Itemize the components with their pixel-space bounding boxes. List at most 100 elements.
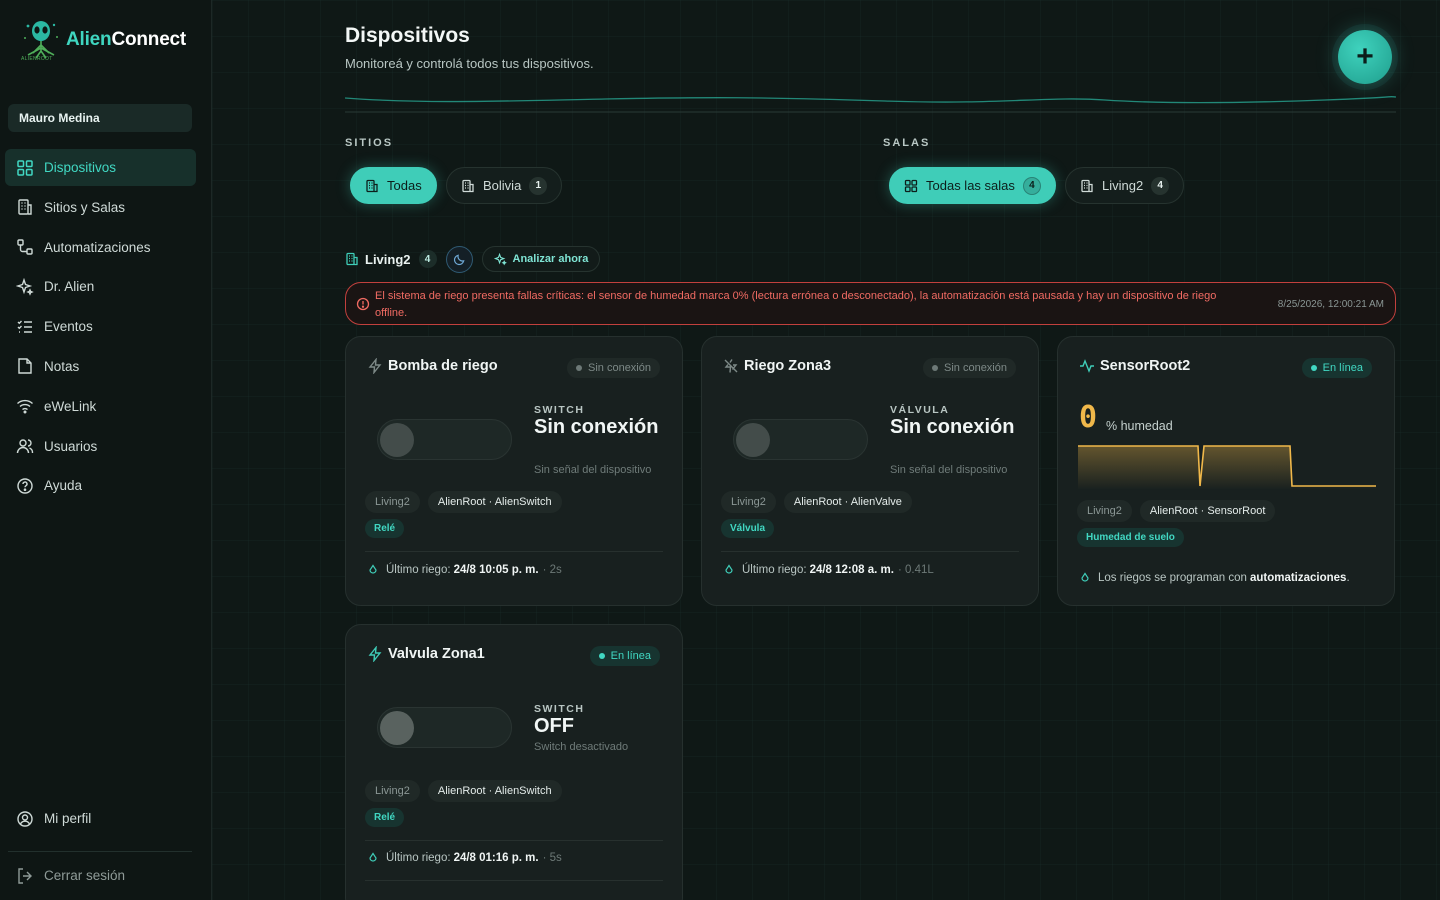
sidebar-nav: Dispositivos Sitios y Salas Automatizaci… <box>5 149 196 507</box>
user-chip[interactable]: Mauro Medina <box>8 104 192 132</box>
zap-icon <box>368 358 382 374</box>
type-tag: Relé <box>365 519 405 538</box>
room-tag: Living2 <box>721 491 776 513</box>
alert-message: El sistema de riego presenta fallas crít… <box>375 290 1217 319</box>
analyze-now-button[interactable]: Analizar ahora <box>481 246 601 272</box>
zap-off-icon <box>724 359 738 373</box>
device-card[interactable]: Bomba de riego Sin conexión SWITCH Sin c… <box>345 336 683 606</box>
zap-icon <box>368 646 382 662</box>
device-kind: VÁLVULA <box>890 404 950 416</box>
device-state-sub: Sin señal del dispositivo <box>890 464 1008 476</box>
rooms-label: SALAS <box>883 137 931 149</box>
workflow-icon <box>17 239 33 255</box>
sidebar-item-label: Automatizaciones <box>44 239 151 255</box>
building-icon <box>462 179 474 192</box>
device-card[interactable]: Valvula Zona1 En línea SWITCH OFF Switch… <box>345 624 683 900</box>
building-icon <box>366 179 378 192</box>
room-name: Living2 <box>365 251 411 267</box>
building-icon <box>18 199 32 215</box>
droplet-icon <box>1081 572 1089 582</box>
building-icon <box>1081 179 1093 192</box>
site-filter-bolivia[interactable]: Bolivia 1 <box>446 167 563 204</box>
main-content: Dispositivos Monitoreá y controlá todos … <box>212 0 1440 900</box>
sidebar-item-automatizaciones[interactable]: Automatizaciones <box>5 229 196 266</box>
site-filter-todas[interactable]: Todas <box>350 167 437 204</box>
app-logo[interactable]: ALIENROOT AlienConnect <box>20 18 186 62</box>
device-state: Sin conexión <box>534 416 659 438</box>
alert-timestamp: 8/25/2026, 12:00:21 AM <box>1277 299 1384 310</box>
device-state-sub: Sin señal del dispositivo <box>534 464 652 476</box>
sensor-card[interactable]: SensorRoot2 En línea 0 % humedad Living2… <box>1057 336 1395 606</box>
device-toggle[interactable] <box>733 419 868 460</box>
sidebar-item-ayuda[interactable]: Ayuda <box>5 467 196 504</box>
room-filter-todas[interactable]: Todas las salas 4 <box>889 167 1056 204</box>
device-title: Valvula Zona1 <box>367 646 485 662</box>
page-title: Dispositivos <box>345 24 470 47</box>
device-tags: Living2 AlienRoot · AlienValve <box>721 491 920 513</box>
count-badge: 4 <box>1151 176 1170 195</box>
add-device-button[interactable]: + <box>1338 30 1392 84</box>
users-icon <box>16 439 34 454</box>
model-tag: AlienRoot · AlienSwitch <box>427 780 562 802</box>
alien-logo-icon: ALIENROOT <box>20 18 62 62</box>
device-card[interactable]: Riego Zona3 Sin conexión VÁLVULA Sin con… <box>701 336 1039 606</box>
building-icon <box>346 252 358 266</box>
sidebar-item-dr-alien[interactable]: Dr. Alien <box>5 268 196 305</box>
sidebar-item-eventos[interactable]: Eventos <box>5 308 196 345</box>
sidebar-item-label: Dispositivos <box>44 160 117 175</box>
sidebar-item-usuarios[interactable]: Usuarios <box>5 428 196 465</box>
grid-icon <box>904 179 918 192</box>
card-divider <box>365 551 663 552</box>
critical-alert-banner: El sistema de riego presenta fallas crít… <box>345 282 1396 325</box>
type-tag: Humedad de suelo <box>1077 528 1184 547</box>
last-irrigation: Último riego: 24/8 12:08 a. m. · 0.41L <box>723 564 934 576</box>
sidebar: ALIENROOT AlienConnect Mauro Medina Disp… <box>0 0 212 900</box>
sidebar-item-dispositivos[interactable]: Dispositivos <box>5 149 196 186</box>
sparkles-icon <box>16 277 34 296</box>
sidebar-item-sitios-salas[interactable]: Sitios y Salas <box>5 189 196 226</box>
last-irrigation: Último riego: 24/8 01:16 p. m. · 5s <box>367 852 562 864</box>
profile-section: Mi perfil <box>5 800 196 840</box>
model-tag: AlienRoot · SensorRoot <box>1139 500 1276 522</box>
sidebar-item-ewelink[interactable]: eWeLink <box>5 388 196 425</box>
device-title: Riego Zona3 <box>723 358 831 374</box>
sidebar-item-label: eWeLink <box>44 398 97 414</box>
help-circle-icon <box>17 478 33 494</box>
device-state-sub: Switch desactivado <box>534 741 629 753</box>
model-tag: AlienRoot · AlienSwitch <box>427 491 562 513</box>
sidebar-item-notas[interactable]: Notas <box>5 348 196 385</box>
night-mode-button[interactable] <box>445 245 473 273</box>
device-state: Sin conexión <box>890 416 1015 438</box>
room-filter-living2[interactable]: Living2 4 <box>1065 167 1185 204</box>
last-irrigation: Último riego: 24/8 10:05 p. m. · 2s <box>367 564 562 576</box>
sidebar-item-label: Eventos <box>44 319 93 335</box>
header-wave-decoration <box>345 95 1396 113</box>
device-kind: SWITCH <box>534 404 585 416</box>
device-toggle[interactable] <box>377 419 512 460</box>
sparkles-icon <box>493 252 507 265</box>
sidebar-item-label: Dr. Alien <box>44 279 95 295</box>
logout-button[interactable]: Cerrar sesión <box>5 857 196 894</box>
count-badge: 1 <box>529 176 548 195</box>
sidebar-item-label: Notas <box>44 358 80 374</box>
droplet-icon <box>369 852 377 862</box>
sidebar-item-mi-perfil[interactable]: Mi perfil <box>5 800 196 837</box>
sidebar-item-label: Ayuda <box>44 478 83 494</box>
model-tag: AlienRoot · AlienValve <box>783 491 912 513</box>
device-tags: Living2 AlienRoot · AlienSwitch <box>365 491 570 513</box>
device-title: Bomba de riego <box>367 358 498 374</box>
sites-label: SITIOS <box>345 137 394 149</box>
automations-link[interactable]: automatizaciones <box>1250 572 1347 584</box>
count-badge: 4 <box>1022 176 1041 195</box>
moon-icon <box>453 254 465 265</box>
wifi-icon <box>17 400 33 414</box>
device-toggle[interactable] <box>377 707 512 748</box>
status-badge: Sin conexión <box>923 358 1016 378</box>
card-divider <box>365 840 663 841</box>
sidebar-item-label: Sitios y Salas <box>44 199 126 215</box>
list-checks-icon <box>17 320 32 333</box>
grid-icon <box>17 159 33 176</box>
room-tag: Living2 <box>1077 500 1132 522</box>
droplet-icon <box>725 564 733 574</box>
type-tag: Válvula <box>721 519 775 538</box>
